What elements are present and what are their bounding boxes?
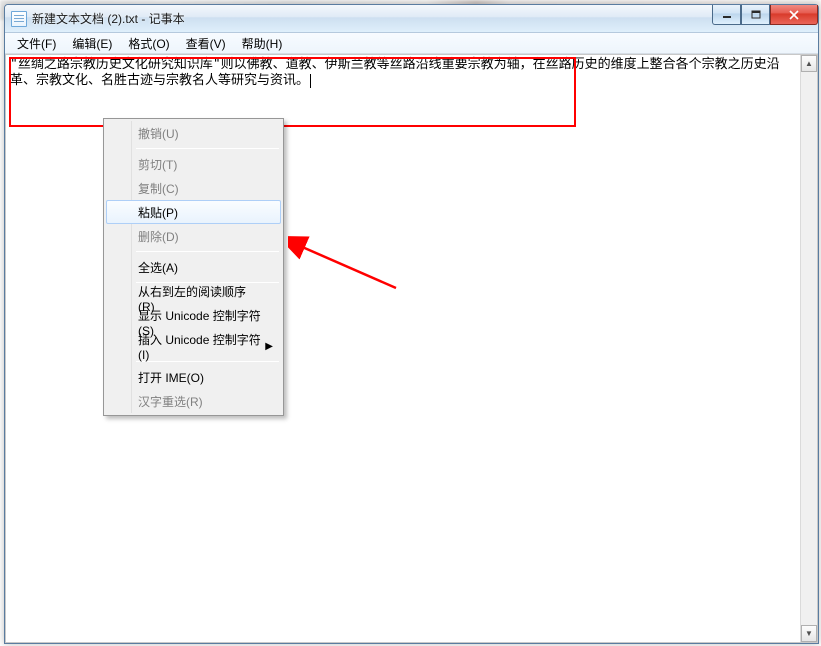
menu-edit[interactable]: 编辑(E) [64, 33, 120, 54]
menu-item-insert-unicode[interactable]: 插入 Unicode 控制字符(I)▶ [106, 334, 281, 358]
menubar: 文件(F) 编辑(E) 格式(O) 查看(V) 帮助(H) [5, 33, 818, 54]
menu-help[interactable]: 帮助(H) [234, 33, 291, 54]
window-controls [712, 5, 818, 25]
minimize-button[interactable] [712, 5, 741, 25]
menu-separator [136, 251, 279, 252]
menu-item-select-all[interactable]: 全选(A) [106, 255, 281, 279]
menu-item-paste[interactable]: 粘贴(P) [106, 200, 281, 224]
text-caret [310, 74, 311, 88]
notepad-icon [11, 11, 27, 27]
menu-view[interactable]: 查看(V) [178, 33, 234, 54]
menu-item-copy[interactable]: 复制(C) [106, 176, 281, 200]
scroll-up-button[interactable]: ▲ [801, 55, 817, 72]
close-button[interactable] [770, 5, 818, 25]
scroll-down-button[interactable]: ▼ [801, 625, 817, 642]
context-menu: 撤销(U) 剪切(T) 复制(C) 粘贴(P) 删除(D) 全选(A) 从右到左… [103, 118, 284, 416]
menu-item-cut[interactable]: 剪切(T) [106, 152, 281, 176]
menu-item-delete[interactable]: 删除(D) [106, 224, 281, 248]
window-title: 新建文本文档 (2).txt - 记事本 [32, 10, 185, 27]
vertical-scrollbar[interactable]: ▲ ▼ [800, 55, 817, 642]
menu-item-undo[interactable]: 撤销(U) [106, 121, 281, 145]
maximize-button[interactable] [741, 5, 770, 25]
menu-format[interactable]: 格式(O) [120, 33, 177, 54]
menu-item-open-ime[interactable]: 打开 IME(O) [106, 365, 281, 389]
menu-file[interactable]: 文件(F) [9, 33, 64, 54]
menu-item-reconvert[interactable]: 汉字重选(R) [106, 389, 281, 413]
menu-separator [136, 148, 279, 149]
titlebar[interactable]: 新建文本文档 (2).txt - 记事本 [5, 5, 818, 33]
document-text: "丝绸之路宗教历史文化研究知识库"则以佛教、道教、伊斯兰教等丝路沿线重要宗教为轴… [10, 57, 780, 88]
submenu-arrow-icon: ▶ [265, 341, 273, 352]
